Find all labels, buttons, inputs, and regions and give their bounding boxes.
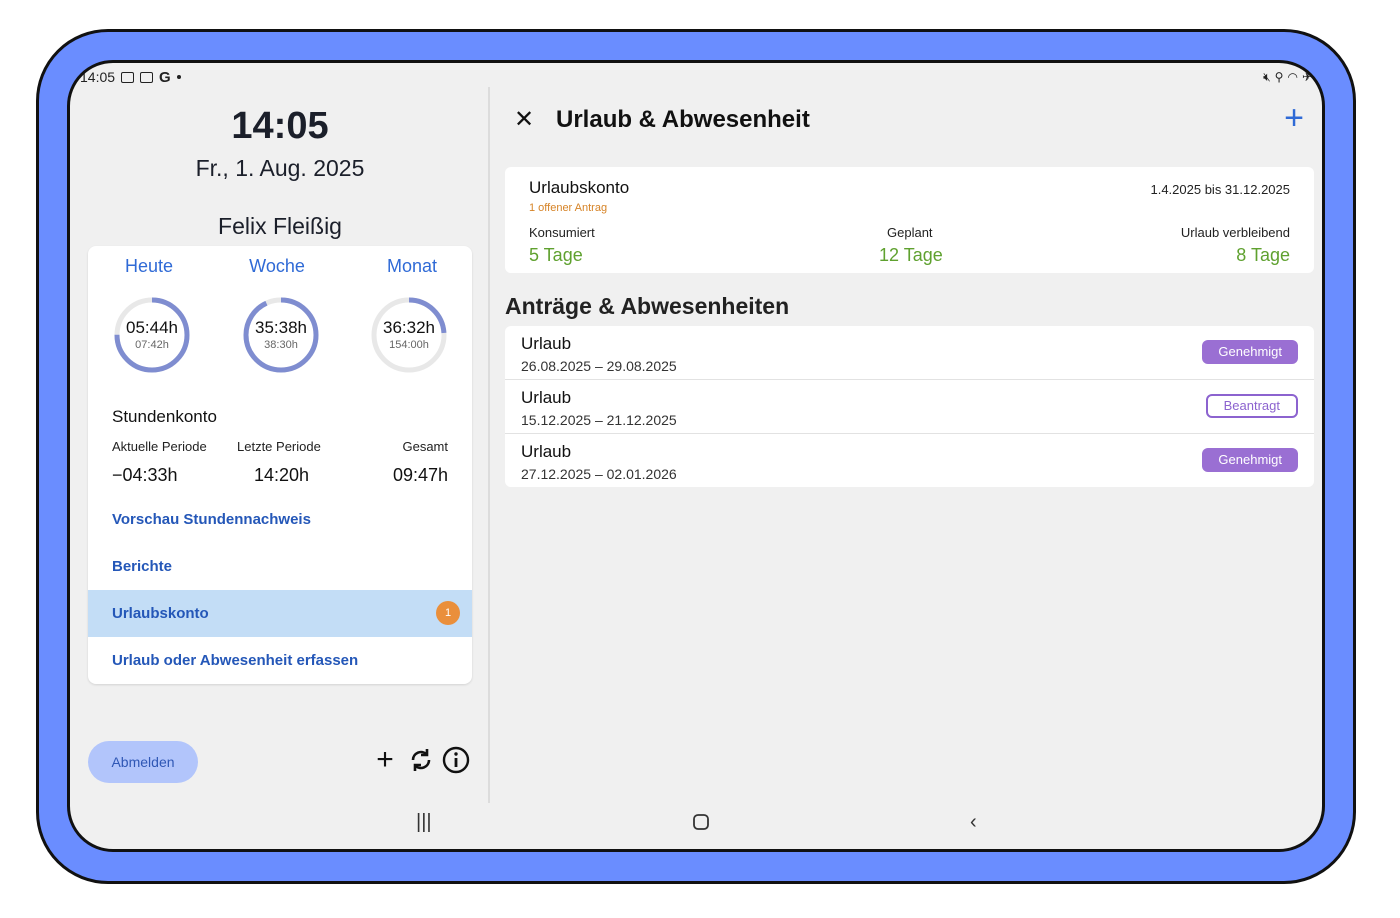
value-verbleibend: 8 Tage (1236, 245, 1290, 265)
ring-worked: 36:32h (383, 318, 435, 337)
ring-worked: 05:44h (126, 318, 178, 337)
ring-woche: 35:38h 38:30h (242, 296, 320, 374)
sync-icon[interactable] (406, 740, 436, 780)
mail-icon (140, 71, 154, 83)
header-verbleibend: Urlaub verbleibend (1180, 225, 1290, 240)
link-urlaubskonto[interactable]: Urlaubskonto (112, 605, 209, 622)
link-vorschau-stundennachweis[interactable]: Vorschau Stundennachweis (112, 511, 311, 528)
ring-target: 154:00h (389, 339, 429, 351)
urlaubskonto-badge: 1 (436, 601, 460, 625)
tab-monat[interactable]: Monat (387, 256, 437, 277)
home-icon[interactable] (692, 811, 710, 837)
header-gesamt: Gesamt (402, 439, 448, 454)
header-konsumiert: Konsumiert (529, 225, 595, 240)
back-icon[interactable]: ‹ (970, 811, 977, 834)
tab-woche[interactable]: Woche (249, 256, 305, 277)
ring-worked: 35:38h (255, 318, 307, 337)
info-icon[interactable] (441, 740, 471, 780)
plus-icon[interactable]: + (370, 740, 400, 780)
value-aktuelle-periode: −04:33h (112, 465, 178, 485)
logout-button[interactable]: Abmelden (88, 741, 198, 783)
time-summary-card: Heute Woche Monat 05:44h 07:42h 35:38h 3… (88, 246, 472, 684)
item-type: Urlaub (521, 388, 572, 407)
value-geplant: 12 Tage (879, 245, 943, 265)
link-berichte[interactable]: Berichte (112, 558, 172, 575)
header-letzte-periode: Letzte Periode (237, 439, 321, 454)
wifi-icon: ◠ (1287, 69, 1298, 84)
status-badge: Beantragt (1205, 394, 1298, 418)
link-urlaub-erfassen[interactable]: Urlaub oder Abwesenheit erfassen (112, 652, 358, 669)
location-icon: ⚲ (1274, 69, 1284, 84)
open-requests-note: 1 offener Antrag (529, 202, 608, 214)
period-tabs: Heute Woche Monat (88, 256, 472, 280)
calendar-icon (121, 71, 135, 83)
clock: 14:05 (231, 105, 329, 147)
page-title: Urlaub & Abwesenheit (556, 106, 810, 133)
add-absence-button[interactable]: + (1284, 99, 1304, 138)
ring-monat: 36:32h 154:00h (370, 296, 448, 374)
ring-target: 38:30h (264, 339, 298, 351)
item-dates: 15.12.2025 – 21.12.2025 (521, 412, 677, 428)
google-icon: G (159, 68, 171, 86)
urlaubskonto-card: Urlaubskonto 1 offener Antrag 1.4.2025 b… (505, 167, 1314, 273)
list-item[interactable]: Urlaub 26.08.2025 – 29.08.2025 Genehmigt (505, 326, 1314, 380)
tablet-screen: 14:05 G 🔇︎ ⚲ ◠ ✈︎ 14:05 Fr., 1. Aug. 202… (67, 60, 1325, 852)
current-date: Fr., 1. Aug. 2025 (195, 155, 365, 181)
item-type: Urlaub (521, 442, 572, 461)
value-letzte-periode: 14:20h (254, 465, 310, 485)
item-type: Urlaub (521, 334, 572, 353)
close-icon[interactable]: ✕ (514, 105, 534, 134)
status-bar: 14:05 G 🔇︎ ⚲ ◠ ✈︎ (80, 67, 1312, 87)
tab-heute[interactable]: Heute (125, 256, 173, 277)
status-badge: Genehmigt (1202, 448, 1298, 472)
list-item[interactable]: Urlaub 27.12.2025 – 02.01.2026 Genehmigt (505, 434, 1314, 487)
stundenkonto-title: Stundenkonto (112, 407, 217, 426)
item-dates: 26.08.2025 – 29.08.2025 (521, 358, 677, 374)
ring-heute: 05:44h 07:42h (113, 296, 191, 374)
item-dates: 27.12.2025 – 02.01.2026 (521, 466, 677, 482)
system-nav-bar: ||| ‹ (70, 799, 1322, 849)
header-geplant: Geplant (887, 225, 933, 240)
section-title: Anträge & Abwesenheiten (505, 293, 790, 319)
user-name: Felix Fleißig (218, 213, 342, 239)
header-aktuelle-periode: Aktuelle Periode (112, 439, 207, 454)
mute-icon: 🔇︎ (1263, 69, 1271, 84)
absence-list: Urlaub 26.08.2025 – 29.08.2025 Genehmigt… (505, 326, 1314, 487)
panel-divider (488, 87, 490, 803)
status-badge: Genehmigt (1202, 340, 1298, 364)
value-konsumiert: 5 Tage (529, 245, 583, 265)
list-item[interactable]: Urlaub 15.12.2025 – 21.12.2025 Beantragt (505, 380, 1314, 434)
recent-apps-icon[interactable]: ||| (416, 811, 432, 834)
notification-dot-icon (176, 75, 181, 79)
urlaubskonto-title: Urlaubskonto (529, 178, 630, 197)
airplane-icon: ✈︎ (1301, 69, 1312, 84)
ring-target: 07:42h (135, 339, 169, 351)
period-range: 1.4.2025 bis 31.12.2025 (1150, 182, 1290, 197)
value-gesamt: 09:47h (392, 465, 448, 485)
status-time: 14:05 (80, 69, 116, 85)
